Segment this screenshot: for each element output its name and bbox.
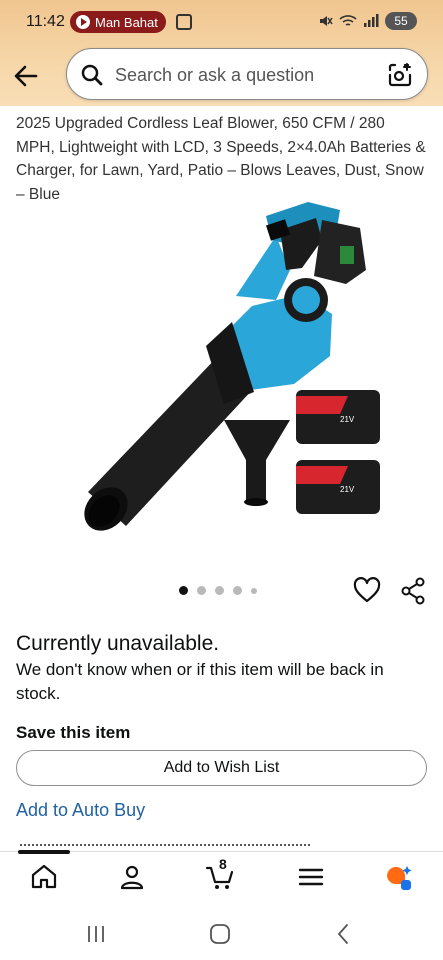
nozzle-attachment (224, 420, 290, 506)
battery-label: 21V (340, 485, 355, 494)
screenshot-icon (176, 14, 192, 30)
cart-count: 8 (219, 856, 227, 872)
camera-lens-icon[interactable] (387, 62, 413, 88)
back-arrow-icon[interactable] (12, 62, 40, 90)
home-icon[interactable] (29, 862, 59, 892)
mounted-battery (314, 220, 366, 284)
carousel-dot[interactable] (251, 587, 257, 594)
rufus-icon[interactable] (383, 862, 413, 892)
wifi-icon (339, 15, 357, 26)
spare-battery-2: 21V (296, 460, 380, 514)
account-icon[interactable] (117, 862, 147, 892)
save-heading: Save this item (16, 723, 131, 742)
header: 11:42 Man Bahat 55 Search or ask a quest… (0, 0, 443, 106)
signal-icon (364, 14, 379, 27)
share-icon[interactable] (400, 577, 426, 605)
product-image[interactable]: 21V 21V (40, 196, 396, 546)
add-to-auto-buy-link[interactable]: Add to Auto Buy (16, 800, 145, 821)
menu-icon[interactable] (296, 862, 326, 892)
recent-apps-icon[interactable] (84, 922, 108, 946)
mute-icon (320, 16, 333, 26)
search-row: Search or ask a question (0, 48, 443, 102)
back-button-icon[interactable] (332, 922, 356, 946)
system-nav-bar (0, 904, 443, 960)
cart-button[interactable]: 8 (205, 856, 235, 892)
active-tab-indicator (18, 850, 70, 854)
home-button-icon[interactable] (208, 922, 232, 946)
status-bar: 11:42 Man Bahat 55 (0, 8, 443, 38)
status-icons: 55 (317, 12, 417, 30)
screen-record-pill[interactable]: Man Bahat (70, 11, 166, 33)
status-time: 11:42 (26, 13, 65, 30)
product-title[interactable]: 2025 Upgraded Cordless Leaf Blower, 650 … (16, 112, 426, 206)
spare-battery-1: 21V (296, 390, 380, 444)
battery-icon: 55 (385, 12, 417, 30)
record-label: Man Bahat (95, 14, 158, 30)
search-icon (81, 64, 103, 86)
availability-detail: We don't know when or if this item will … (16, 660, 384, 703)
carousel-dot[interactable] (233, 586, 242, 595)
battery-label: 21V (340, 415, 355, 424)
availability-heading: Currently unavailable. (16, 632, 220, 655)
search-placeholder: Search or ask a question (115, 65, 315, 85)
search-input[interactable]: Search or ask a question (66, 48, 428, 100)
add-to-wish-list-button[interactable]: Add to Wish List (16, 750, 427, 786)
carousel-dot[interactable] (197, 586, 206, 595)
bottom-nav: 8 (0, 850, 443, 903)
carousel-dot[interactable] (179, 586, 188, 595)
heart-icon[interactable] (353, 577, 381, 605)
image-carousel-dots[interactable] (179, 586, 257, 595)
blower-body (206, 202, 340, 404)
record-icon (76, 15, 90, 29)
carousel-dot[interactable] (215, 586, 224, 595)
